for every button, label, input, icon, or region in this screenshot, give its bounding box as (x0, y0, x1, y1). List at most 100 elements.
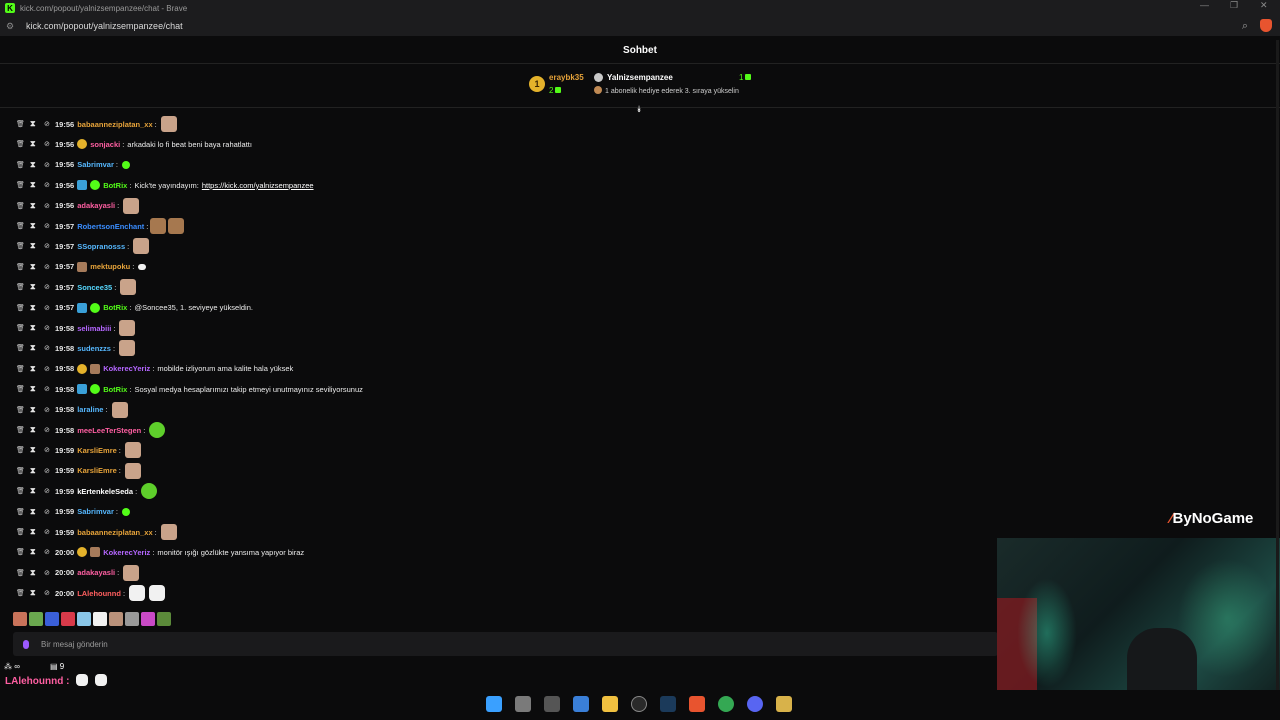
app-icon[interactable] (544, 696, 560, 712)
emote-icon[interactable] (29, 612, 43, 626)
app-icon[interactable] (631, 696, 647, 712)
emote-icon[interactable] (93, 612, 107, 626)
delete-icon[interactable]: 🗑 (16, 467, 25, 475)
message-username[interactable]: Sabrimvar (77, 507, 114, 516)
ban-icon[interactable]: ⊘ (44, 140, 50, 148)
ban-icon[interactable]: ⊘ (44, 528, 50, 536)
close-icon[interactable]: ✕ (1260, 0, 1268, 11)
emote-icon[interactable] (61, 612, 75, 626)
minimize-icon[interactable]: — (1200, 0, 1209, 10)
zoom-icon[interactable]: ⌕ (1242, 20, 1248, 33)
message-username[interactable]: BotRix (103, 181, 127, 190)
timeout-icon[interactable]: ⧗ (30, 241, 36, 251)
ban-icon[interactable]: ⊘ (44, 487, 50, 495)
timeout-icon[interactable]: ⧗ (30, 364, 36, 374)
address-bar[interactable]: ⚙ kick.com/popout/yalnizsempanzee/chat ⌕ (0, 16, 1280, 36)
ban-icon[interactable]: ⊘ (44, 263, 50, 271)
timeout-icon[interactable]: ⧗ (30, 486, 36, 496)
ban-icon[interactable]: ⊘ (44, 569, 50, 577)
timeout-icon[interactable]: ⧗ (30, 180, 36, 190)
timeout-icon[interactable]: ⧗ (30, 119, 36, 129)
message-username[interactable]: LAlehounnd (77, 589, 121, 598)
timeout-icon[interactable]: ⧗ (30, 547, 36, 557)
delete-icon[interactable]: 🗑 (16, 324, 25, 332)
delete-icon[interactable]: 🗑 (16, 304, 25, 312)
timeout-icon[interactable]: ⧗ (30, 262, 36, 272)
timeout-icon[interactable]: ⧗ (30, 425, 36, 435)
emote-icon[interactable] (109, 612, 123, 626)
ban-icon[interactable]: ⊘ (44, 467, 50, 475)
ban-icon[interactable]: ⊘ (44, 508, 50, 516)
timeout-icon[interactable]: ⧗ (30, 323, 36, 333)
message-username[interactable]: BotRix (103, 385, 127, 394)
discord-icon[interactable] (747, 696, 763, 712)
delete-icon[interactable]: 🗑 (16, 283, 25, 291)
brave-icon[interactable] (689, 696, 705, 712)
timeout-icon[interactable]: ⧗ (30, 445, 36, 455)
ban-icon[interactable]: ⊘ (44, 304, 50, 312)
emote-icon[interactable] (125, 612, 139, 626)
message-username[interactable]: Sabrimvar (77, 160, 114, 169)
delete-icon[interactable]: 🗑 (16, 528, 25, 536)
url-text[interactable]: kick.com/popout/yalnizsempanzee/chat (26, 21, 183, 31)
message-username[interactable]: selimabiii (77, 324, 111, 333)
timeout-icon[interactable]: ⧗ (30, 221, 36, 231)
delete-icon[interactable]: 🗑 (16, 120, 25, 128)
delete-icon[interactable]: 🗑 (16, 242, 25, 250)
message-username[interactable]: KokerecYeriz (103, 364, 150, 373)
delete-icon[interactable]: 🗑 (16, 589, 25, 597)
file-explorer-icon[interactable] (602, 696, 618, 712)
emote-icon[interactable] (77, 612, 91, 626)
ban-icon[interactable]: ⊘ (44, 222, 50, 230)
message-username[interactable]: sudenzzs (77, 344, 111, 353)
message-username[interactable]: adakayasli (77, 568, 115, 577)
brave-shield-icon[interactable] (1260, 19, 1272, 32)
chat-input-placeholder[interactable]: Bir mesaj gönderin (41, 640, 108, 649)
start-icon[interactable] (486, 696, 502, 712)
timeout-icon[interactable]: ⧗ (30, 160, 36, 170)
scrollbar[interactable] (1276, 40, 1279, 690)
delete-icon[interactable]: 🗑 (16, 487, 25, 495)
message-username[interactable]: meeLeeTerStegen (77, 426, 141, 435)
message-username[interactable]: KarsliEmre (77, 466, 117, 475)
message-username[interactable]: babaanneziplatan_xx (77, 528, 152, 537)
ban-icon[interactable]: ⊘ (44, 324, 50, 332)
message-username[interactable]: mektupoku (90, 262, 130, 271)
timeout-icon[interactable]: ⧗ (30, 405, 36, 415)
message-username[interactable]: BotRix (103, 303, 127, 312)
emote-icon[interactable] (13, 612, 27, 626)
delete-icon[interactable]: 🗑 (16, 446, 25, 454)
message-link[interactable]: https://kick.com/yalnizsempanzee (202, 181, 314, 190)
delete-icon[interactable]: 🗑 (16, 140, 25, 148)
microphone-icon[interactable] (23, 639, 29, 649)
message-username[interactable]: SSopranosss (77, 242, 125, 251)
delete-icon[interactable]: 🗑 (16, 344, 25, 352)
app-icon[interactable] (776, 696, 792, 712)
ban-icon[interactable]: ⊘ (44, 385, 50, 393)
gallery-icon[interactable] (573, 696, 589, 712)
ban-icon[interactable]: ⊘ (44, 202, 50, 210)
delete-icon[interactable]: 🗑 (16, 181, 25, 189)
message-username[interactable]: Soncee35 (77, 283, 112, 292)
task-view-icon[interactable] (515, 696, 531, 712)
ban-icon[interactable]: ⊘ (44, 120, 50, 128)
timeout-icon[interactable]: ⧗ (30, 466, 36, 476)
delete-icon[interactable]: 🗑 (16, 365, 25, 373)
timeout-icon[interactable]: ⧗ (30, 588, 36, 598)
delete-icon[interactable]: 🗑 (16, 202, 25, 210)
message-username[interactable]: KarsliEmre (77, 446, 117, 455)
timeout-icon[interactable]: ⧗ (30, 384, 36, 394)
message-username[interactable]: laraline (77, 405, 103, 414)
timeout-icon[interactable]: ⧗ (30, 568, 36, 578)
timeout-icon[interactable]: ⧗ (30, 201, 36, 211)
ban-icon[interactable]: ⊘ (44, 365, 50, 373)
message-username[interactable]: kErtenkeleSeda (77, 487, 133, 496)
message-username[interactable]: sonjacki (90, 140, 120, 149)
site-info-icon[interactable]: ⚙ (6, 21, 16, 31)
ban-icon[interactable]: ⊘ (44, 283, 50, 291)
timeout-icon[interactable]: ⧗ (30, 282, 36, 292)
steam-icon[interactable] (660, 696, 676, 712)
channel-name[interactable]: Yalnizsempanzee (607, 73, 673, 82)
emote-icon[interactable] (45, 612, 59, 626)
delete-icon[interactable]: 🗑 (16, 222, 25, 230)
